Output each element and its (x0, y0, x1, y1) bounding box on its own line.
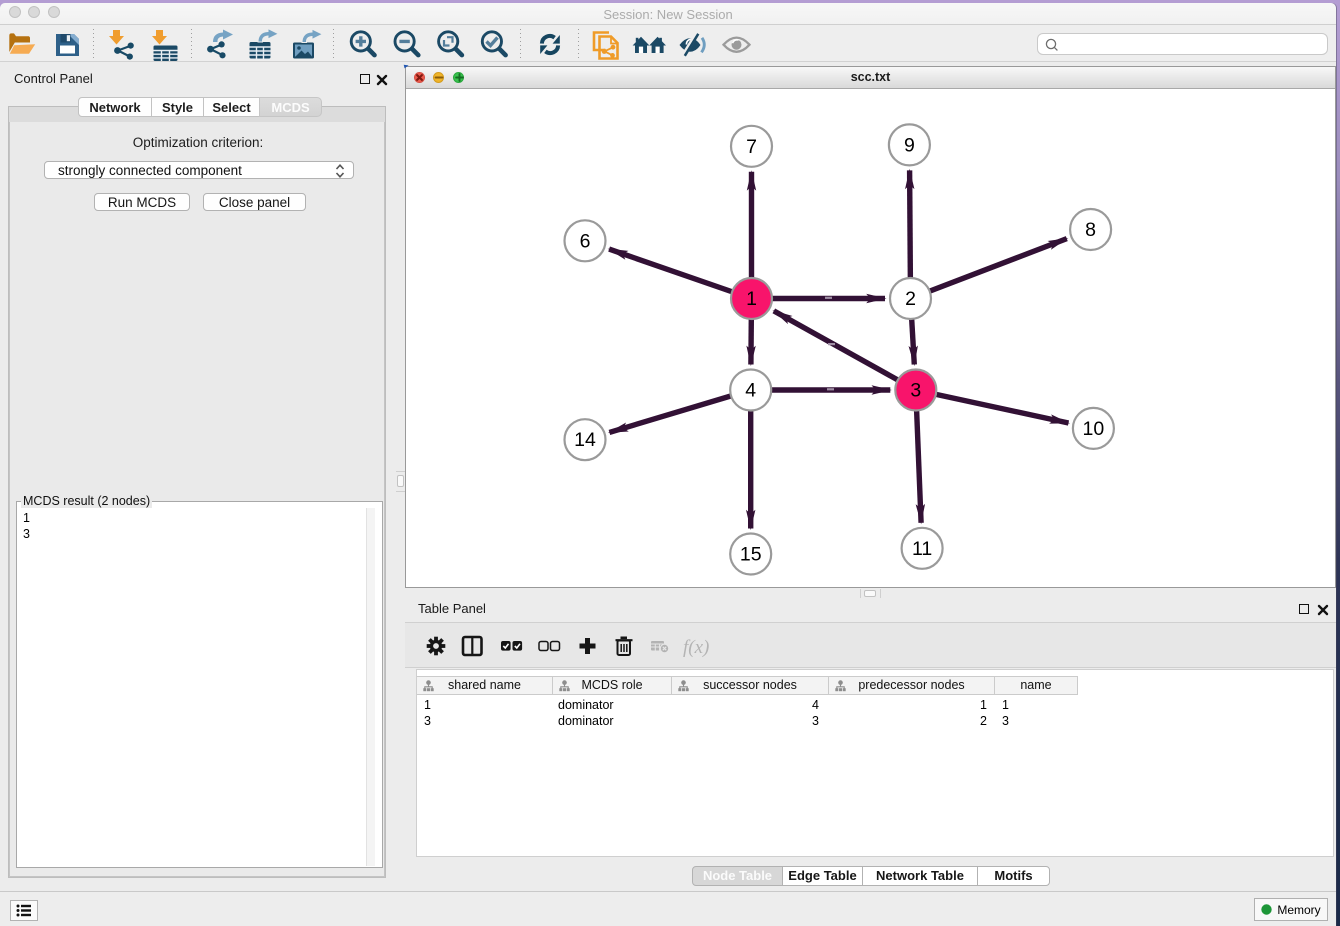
svg-text:f(x): f(x) (683, 637, 709, 658)
svg-text:2: 2 (905, 288, 916, 310)
svg-text:3: 3 (910, 380, 921, 402)
svg-text:15: 15 (740, 544, 762, 566)
svg-text:4: 4 (745, 380, 756, 402)
svg-text:8: 8 (1085, 219, 1096, 241)
svg-text:1: 1 (746, 288, 757, 310)
svg-text:10: 10 (1083, 418, 1105, 440)
svg-text:11: 11 (912, 538, 932, 560)
svg-text:7: 7 (746, 136, 757, 158)
svg-text:6: 6 (580, 230, 591, 252)
svg-text:14: 14 (574, 429, 596, 451)
svg-text:9: 9 (904, 134, 915, 156)
